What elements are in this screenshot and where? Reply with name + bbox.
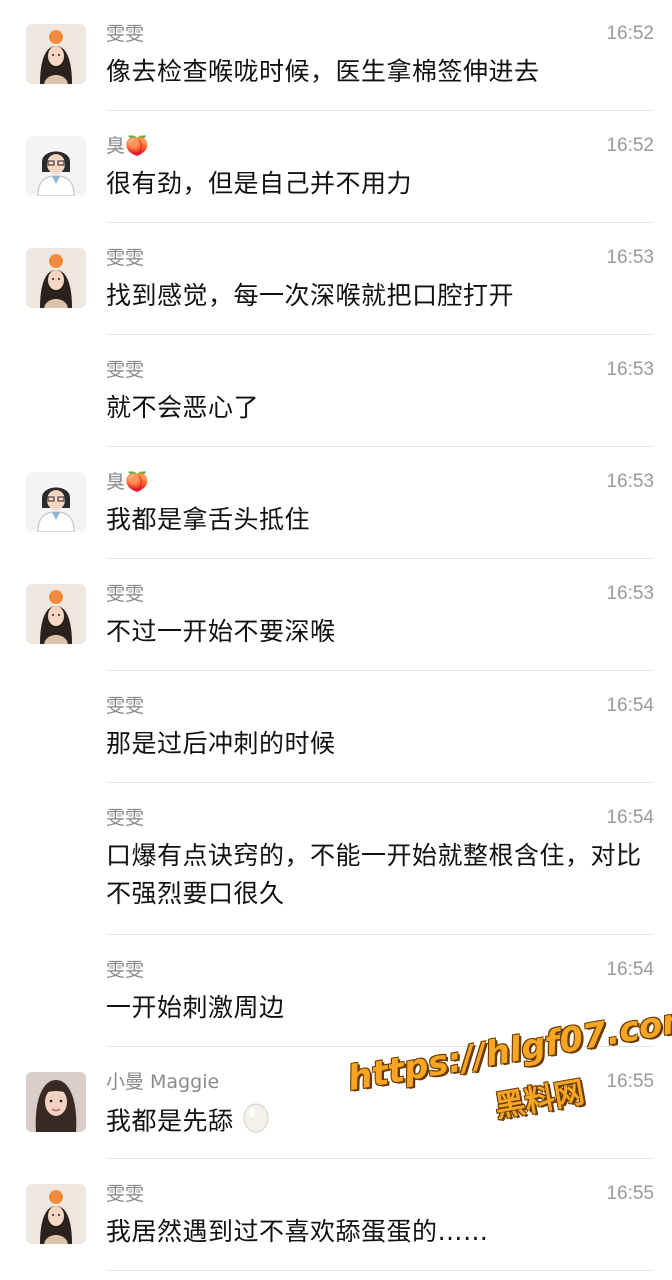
sender-name: 雯雯 — [106, 959, 145, 981]
message-time: 16:52 — [606, 23, 654, 44]
message-text-content: 我都是先舔 — [106, 1106, 234, 1136]
message-text[interactable]: 不过一开始不要深喉 — [106, 613, 651, 651]
separator — [106, 1270, 654, 1271]
message-text[interactable]: 我都是拿舌头抵住 — [106, 501, 651, 539]
message-text[interactable]: 找到感觉，每一次深喉就把口腔打开 — [106, 277, 651, 315]
separator — [106, 782, 654, 783]
message-text[interactable]: 就不会恶心了 — [106, 389, 651, 427]
message-time: 16:53 — [606, 359, 654, 380]
sender-avatar[interactable] — [26, 136, 86, 196]
message-text[interactable]: 很有劲，但是自己并不用力 — [106, 165, 651, 203]
sender-name: 小曼 Maggie — [106, 1071, 220, 1093]
separator — [106, 558, 654, 559]
maggie-avatar-icon — [26, 1072, 86, 1132]
separator — [106, 110, 654, 111]
message-time: 16:55 — [606, 1183, 654, 1204]
separator — [106, 1046, 654, 1047]
sender-name: 雯雯 — [106, 1183, 145, 1205]
egg-icon — [242, 1101, 270, 1144]
sender-name: 雯雯 — [106, 23, 145, 45]
message-text[interactable]: 一开始刺激周边 — [106, 989, 651, 1027]
sender-avatar[interactable] — [26, 24, 86, 84]
message-time: 16:53 — [606, 247, 654, 268]
sender-avatar[interactable] — [26, 584, 86, 644]
girl-avatar-icon — [26, 1184, 86, 1244]
message-time: 16:52 — [606, 135, 654, 156]
sender-name: 臭🍑 — [106, 135, 149, 157]
sender-avatar[interactable] — [26, 1072, 86, 1132]
girl-avatar-icon — [26, 24, 86, 84]
separator — [106, 446, 654, 447]
message-time: 16:55 — [606, 1071, 654, 1092]
separator — [106, 1158, 654, 1159]
message-time: 16:54 — [606, 695, 654, 716]
separator — [106, 334, 654, 335]
message-time: 16:53 — [606, 583, 654, 604]
message-text[interactable]: 我都是先舔 — [106, 1101, 651, 1144]
sender-avatar[interactable] — [26, 248, 86, 308]
message-time: 16:54 — [606, 807, 654, 828]
message-text[interactable]: 我居然遇到过不喜欢舔蛋蛋的…… — [106, 1213, 651, 1251]
message-time: 16:54 — [606, 959, 654, 980]
separator — [106, 670, 654, 671]
message-text[interactable]: 像去检查喉咙时候，医生拿棉签伸进去 — [106, 53, 651, 91]
girl-avatar-icon — [26, 584, 86, 644]
girl-avatar-icon — [26, 248, 86, 308]
sender-name: 雯雯 — [106, 807, 145, 829]
doctor-avatar-icon — [26, 472, 86, 532]
separator — [106, 222, 654, 223]
message-text[interactable]: 那是过后冲刺的时候 — [106, 725, 651, 763]
message-text[interactable]: 口爆有点诀窍的，不能一开始就整根含住，对比不强烈要口很久 — [106, 837, 651, 913]
separator — [106, 934, 654, 935]
sender-avatar[interactable] — [26, 472, 86, 532]
message-time: 16:53 — [606, 471, 654, 492]
sender-name: 雯雯 — [106, 359, 145, 381]
sender-avatar[interactable] — [26, 1184, 86, 1244]
sender-name: 雯雯 — [106, 247, 145, 269]
sender-name: 臭🍑 — [106, 471, 149, 493]
sender-name: 雯雯 — [106, 583, 145, 605]
sender-name: 雯雯 — [106, 695, 145, 717]
doctor-avatar-icon — [26, 136, 86, 196]
